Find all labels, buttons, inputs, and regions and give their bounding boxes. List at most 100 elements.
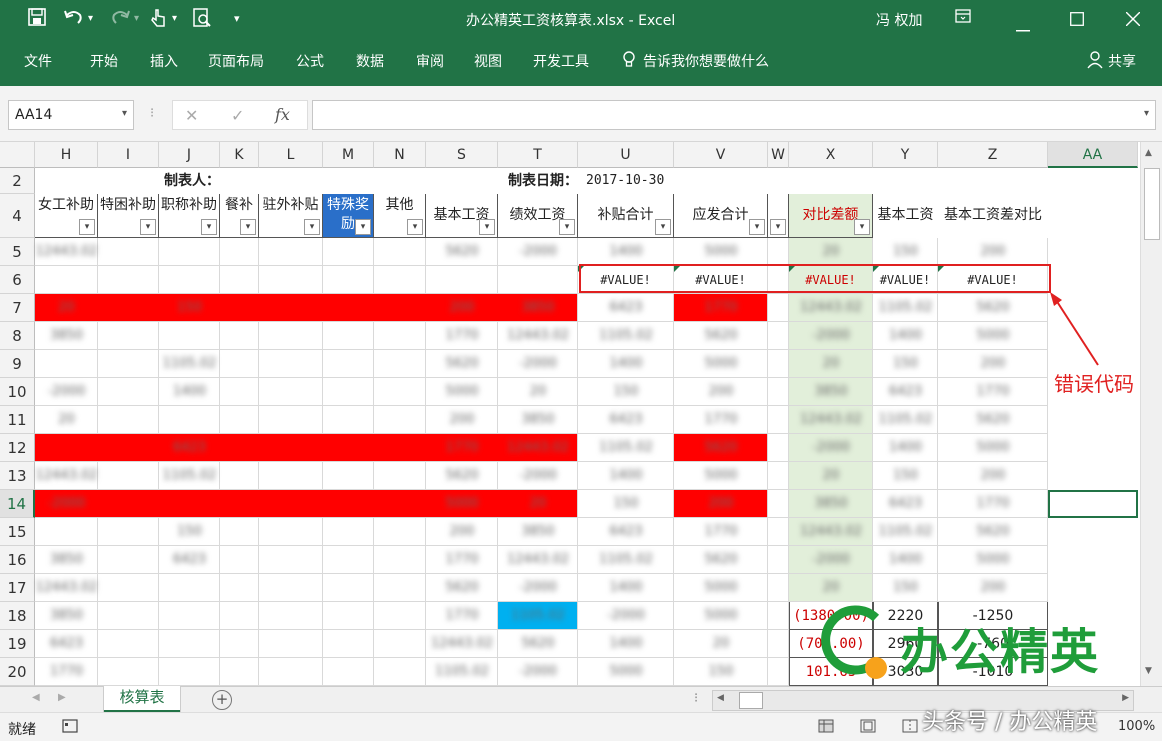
header-j[interactable]: 职称补助 ▾ — [159, 194, 220, 238]
filter-dropdown-icon[interactable]: ▾ — [140, 219, 156, 235]
cell-w19[interactable] — [768, 630, 789, 658]
name-box-dropdown-icon[interactable]: ▾ — [122, 108, 127, 119]
cell-m20[interactable] — [323, 658, 374, 686]
cell-h6[interactable] — [35, 266, 98, 294]
cell-k8[interactable] — [220, 322, 259, 350]
filter-dropdown-icon[interactable]: ▾ — [559, 219, 575, 235]
filter-dropdown-icon[interactable]: ▾ — [479, 219, 495, 235]
cell-i9[interactable] — [98, 350, 159, 378]
row-header-10[interactable]: 10 — [0, 378, 35, 406]
filter-dropdown-icon[interactable]: ▾ — [854, 219, 870, 235]
row-header-9[interactable]: 9 — [0, 350, 35, 378]
row-header-20[interactable]: 20 — [0, 658, 35, 686]
page-break-view-icon[interactable] — [902, 719, 918, 737]
cell-m13[interactable] — [323, 462, 374, 490]
header-y[interactable]: 基本工资 — [873, 194, 938, 238]
cell-n20[interactable] — [374, 658, 426, 686]
row-header-12[interactable]: 12 — [0, 434, 35, 462]
row-header-17[interactable]: 17 — [0, 574, 35, 602]
row-header-7[interactable]: 7 — [0, 294, 35, 322]
header-v[interactable]: 应发合计 ▾ — [674, 194, 768, 238]
cell-m18[interactable] — [323, 602, 374, 630]
cell-l5[interactable] — [259, 238, 323, 266]
error-cell-u6[interactable]: #VALUE! — [578, 266, 674, 294]
error-cell-v6[interactable]: #VALUE! — [674, 266, 768, 294]
horizontal-scroll-thumb[interactable] — [739, 692, 763, 709]
cell-w7[interactable] — [768, 294, 789, 322]
filter-dropdown-icon[interactable]: ▾ — [240, 219, 256, 235]
header-z[interactable]: 基本工资差对比 — [938, 194, 1048, 238]
cell-i18[interactable] — [98, 602, 159, 630]
cell-m17[interactable] — [323, 574, 374, 602]
normal-view-icon[interactable] — [818, 719, 834, 737]
undo-dropdown-icon[interactable]: ▾ — [88, 13, 93, 24]
scroll-down-icon[interactable]: ▼ — [1145, 666, 1152, 676]
cell-n13[interactable] — [374, 462, 426, 490]
cell-n6[interactable] — [374, 266, 426, 294]
cell-k5[interactable] — [220, 238, 259, 266]
cell-j6[interactable] — [159, 266, 220, 294]
row-header-6[interactable]: 6 — [0, 266, 35, 294]
cell-w9[interactable] — [768, 350, 789, 378]
maximize-icon[interactable] — [1070, 11, 1084, 30]
cell-j19[interactable] — [159, 630, 220, 658]
print-preview-icon[interactable] — [192, 8, 212, 32]
cell-j18[interactable] — [159, 602, 220, 630]
cell-w18[interactable] — [768, 602, 789, 630]
row-header-19[interactable]: 19 — [0, 630, 35, 658]
cell-w16[interactable] — [768, 546, 789, 574]
enter-icon[interactable]: ✓ — [231, 106, 244, 125]
error-cell-y6[interactable]: #VALUE! — [873, 266, 938, 294]
cell-w17[interactable] — [768, 574, 789, 602]
header-x[interactable]: 对比差额 ▾ — [789, 194, 873, 238]
cell-k19[interactable] — [220, 630, 259, 658]
cell-k9[interactable] — [220, 350, 259, 378]
minimize-icon[interactable] — [1016, 17, 1030, 36]
column-header-w[interactable]: W — [768, 142, 789, 168]
cell-l20[interactable] — [259, 658, 323, 686]
cell-k15[interactable] — [220, 518, 259, 546]
cell-j11[interactable] — [159, 406, 220, 434]
cell-l10[interactable] — [259, 378, 323, 406]
header-n[interactable]: 其他 ▾ — [374, 194, 426, 238]
tab-review[interactable]: 审阅 — [416, 51, 444, 71]
cell-i6[interactable] — [98, 266, 159, 294]
cell-i15[interactable] — [98, 518, 159, 546]
cell-n9[interactable] — [374, 350, 426, 378]
cell-l6[interactable] — [259, 266, 323, 294]
filter-dropdown-icon[interactable]: ▾ — [770, 219, 786, 235]
header-m[interactable]: 特殊奖励 ▾ — [323, 194, 374, 238]
header-h[interactable]: 女工补助 ▾ — [35, 194, 98, 238]
row-header-11[interactable]: 11 — [0, 406, 35, 434]
tab-split-grip-icon[interactable]: ⁝ — [694, 691, 698, 706]
cell-n18[interactable] — [374, 602, 426, 630]
name-box[interactable]: AA14 ▾ — [8, 100, 134, 130]
filter-dropdown-icon[interactable]: ▾ — [304, 219, 320, 235]
cell-m8[interactable] — [323, 322, 374, 350]
column-header-j[interactable]: J — [159, 142, 220, 168]
header-u[interactable]: 补贴合计 ▾ — [578, 194, 674, 238]
cell-w15[interactable] — [768, 518, 789, 546]
tab-data[interactable]: 数据 — [356, 51, 384, 71]
cell-j17[interactable] — [159, 574, 220, 602]
ribbon-display-icon[interactable] — [955, 8, 971, 28]
cell-n19[interactable] — [374, 630, 426, 658]
scroll-right-icon[interactable]: ▶ — [1122, 693, 1129, 703]
cell-j20[interactable] — [159, 658, 220, 686]
next-sheet-icon[interactable]: ▶ — [58, 692, 66, 703]
cell-l16[interactable] — [259, 546, 323, 574]
cell-m5[interactable] — [323, 238, 374, 266]
tell-me-search[interactable]: 告诉我你想要做什么 — [643, 51, 769, 71]
cell-m15[interactable] — [323, 518, 374, 546]
cell-i11[interactable] — [98, 406, 159, 434]
cell-w8[interactable] — [768, 322, 789, 350]
header-w[interactable]: ▾ — [768, 194, 789, 238]
cell-h9[interactable] — [35, 350, 98, 378]
cell-k20[interactable] — [220, 658, 259, 686]
column-header-k[interactable]: K — [220, 142, 259, 168]
cell-n16[interactable] — [374, 546, 426, 574]
redo-dropdown-icon[interactable]: ▾ — [134, 13, 139, 24]
cell-i16[interactable] — [98, 546, 159, 574]
filter-dropdown-icon[interactable]: ▾ — [355, 219, 371, 235]
cell-w10[interactable] — [768, 378, 789, 406]
